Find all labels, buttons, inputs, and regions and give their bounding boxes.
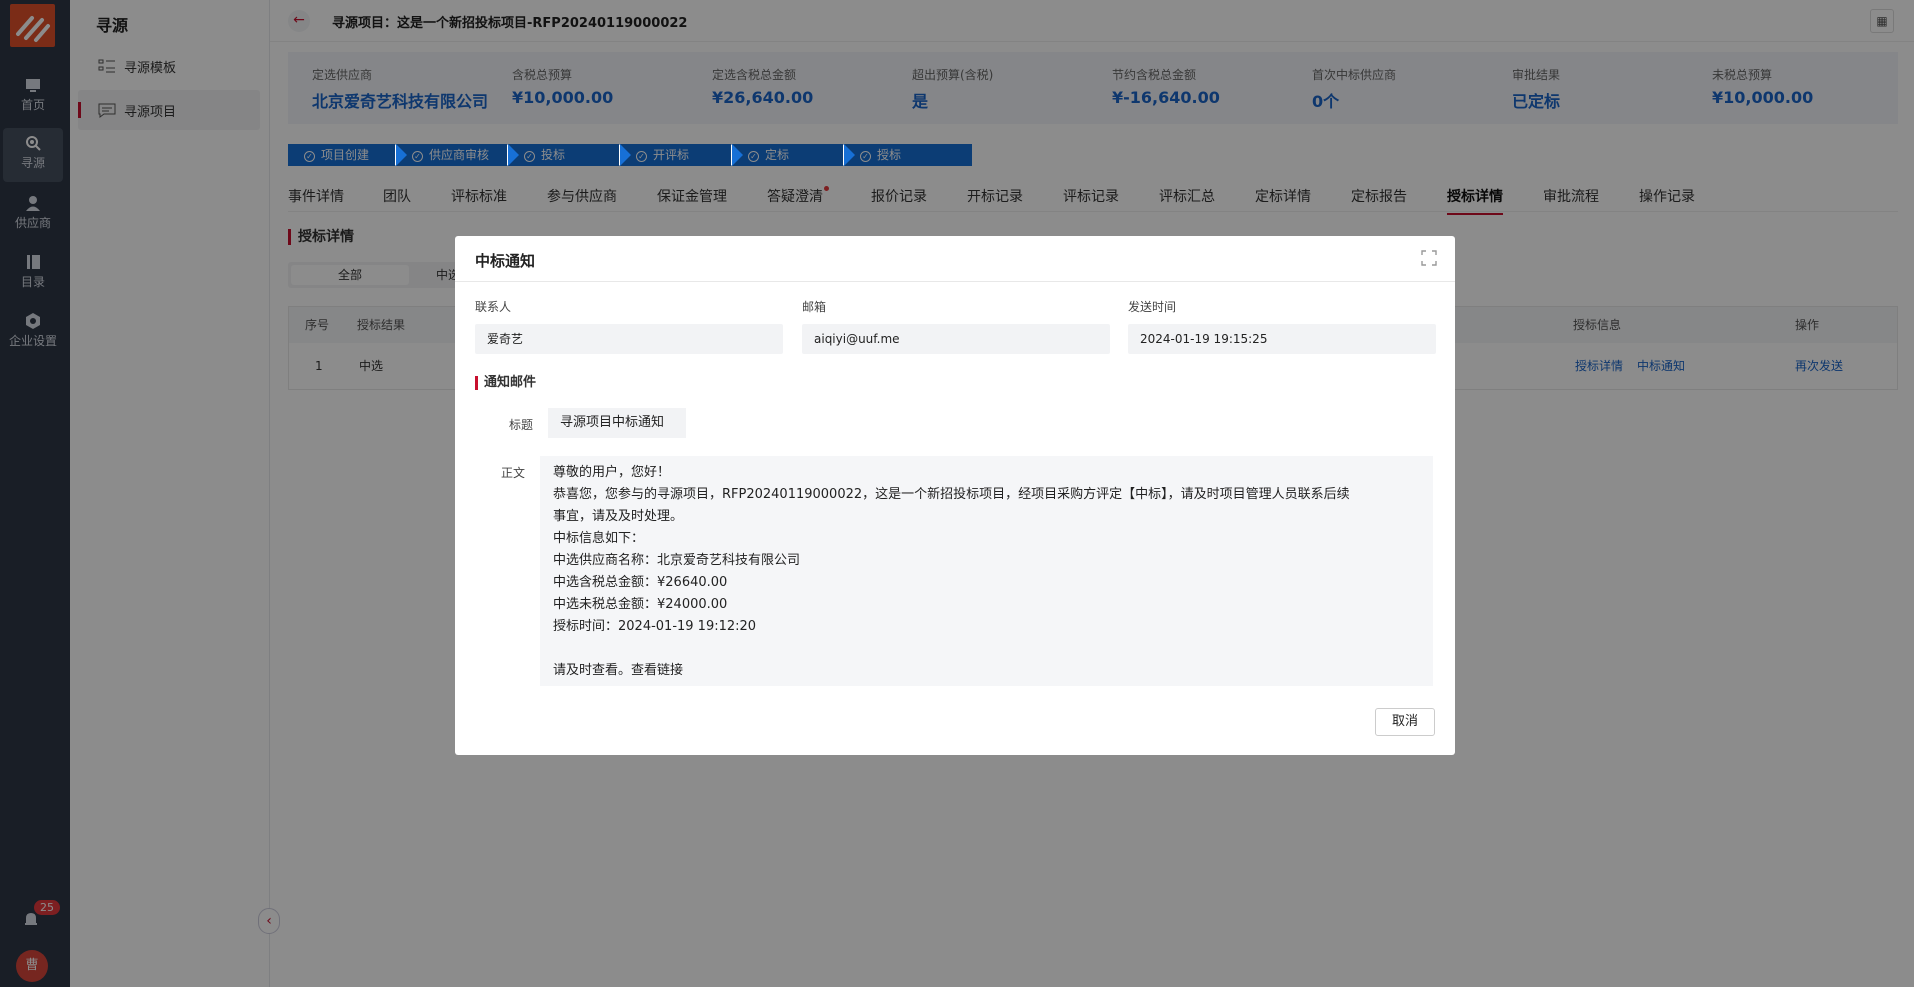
mail-body-line: 尊敬的用户，您好！: [553, 465, 671, 480]
modal-header: 中标通知: [455, 236, 1455, 282]
mail-body-line: 事宜，请及及时处理。: [553, 509, 684, 524]
subject-field: 寻源项目中标通知: [548, 408, 687, 438]
mail-body-line: [553, 638, 1420, 660]
body-label: 正文: [501, 466, 526, 480]
modal-title: 中标通知: [475, 252, 536, 270]
contact-field: 爱奇艺: [475, 324, 783, 354]
send-time-field: 2024-01-19 19:15:25: [1128, 324, 1436, 354]
send-time-label: 发送时间: [1128, 300, 1177, 314]
email-label: 邮箱: [802, 300, 827, 314]
mail-body-line: 恭喜您，您参与的寻源项目，RFP20240119000022，这是一个新招投标项…: [553, 487, 1350, 502]
mail-body: 尊敬的用户，您好！ 恭喜您，您参与的寻源项目，RFP20240119000022…: [540, 456, 1433, 686]
mail-body-line: 中标信息如下：: [553, 531, 645, 546]
app-root: 首页 寻源 供应商 目录 企业设置 25 曹 寻源 寻源模板 寻源项目 ← 寻源…: [0, 0, 1914, 987]
mail-section-title: 通知邮件: [475, 376, 536, 390]
email-field: aiqiyi@uuf.me: [802, 324, 1110, 354]
mail-body-line: 请及时查看。查看链接: [553, 663, 684, 678]
mail-body-line: 授标时间：2024-01-19 19:12:20: [553, 619, 757, 634]
cancel-button[interactable]: 取消: [1375, 708, 1435, 736]
contact-label: 联系人: [475, 300, 512, 314]
subject-label: 标题: [509, 418, 534, 432]
mail-body-line: 中选供应商名称：北京爱奇艺科技有限公司: [553, 553, 801, 568]
award-notice-modal: 中标通知 联系人 爱奇艺 邮箱 aiqiyi@uuf.me 发送时间 2024-…: [455, 236, 1455, 755]
mail-body-line: 中选未税总金额：¥24000.00: [553, 597, 728, 612]
fullscreen-icon[interactable]: [1421, 250, 1437, 266]
mail-body-line: 中选含税总金额：¥26640.00: [553, 575, 728, 590]
